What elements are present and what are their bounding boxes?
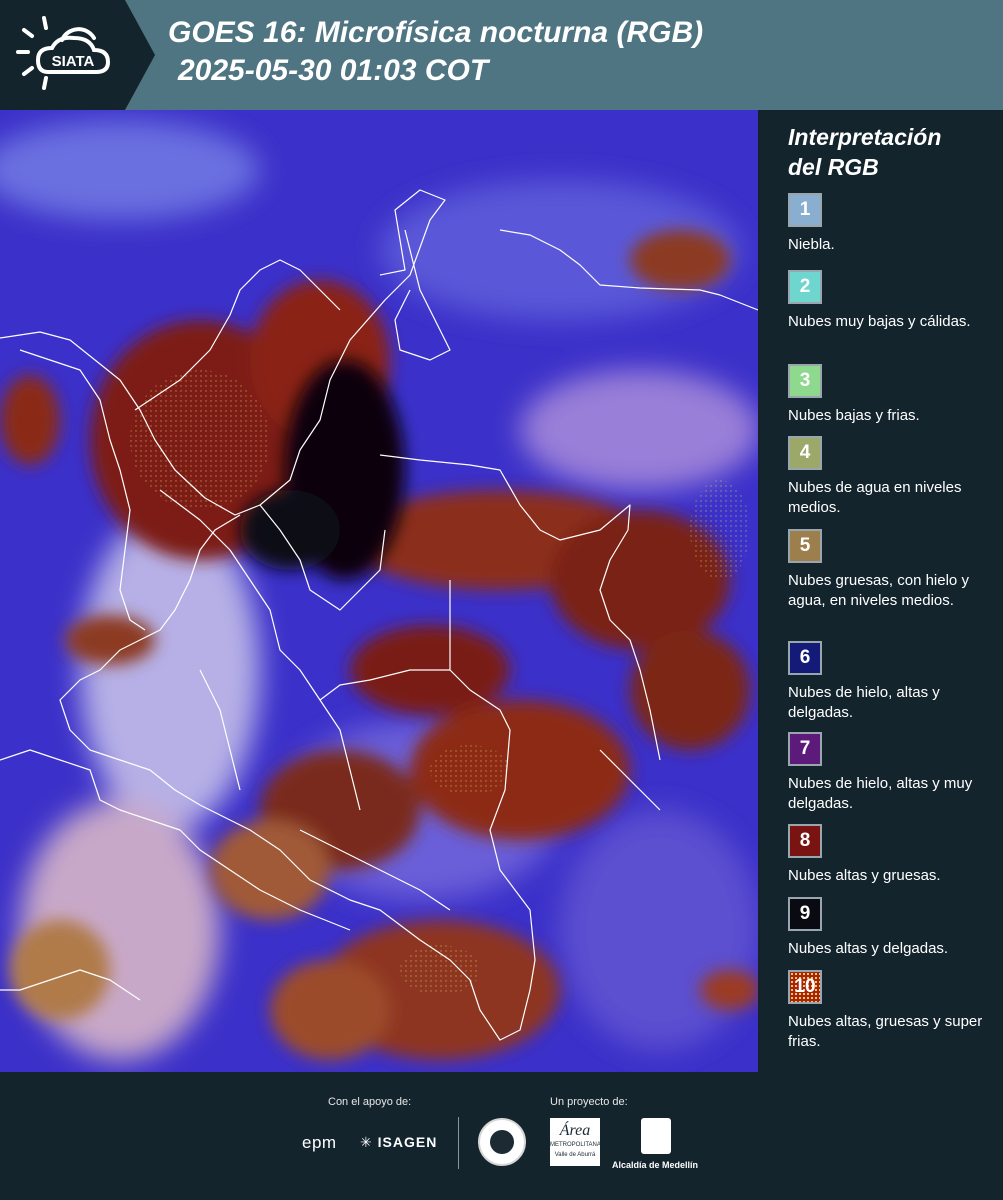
project-label: Un proyecto de: <box>550 1096 628 1108</box>
legend-panel: Interpretación del RGB 1 Niebla. 2 Nubes… <box>760 110 1003 1072</box>
header: SIATA GOES 16: Microfísica nocturna (RGB… <box>0 0 1003 110</box>
legend-item: 8 Nubes altas y gruesas. <box>788 824 988 886</box>
satellite-map <box>0 110 758 1072</box>
area-logo-sub2: Valle de Aburrá <box>554 1152 596 1158</box>
legend-swatch: 10 <box>788 970 822 1004</box>
legend-item: 1 Niebla. <box>788 193 988 255</box>
isagen-text: ISAGEN <box>377 1134 438 1150</box>
title-line-1: GOES 16: Microfísica nocturna (RGB) <box>168 16 704 49</box>
legend-swatch: 8 <box>788 824 822 858</box>
area-logo-title: Área <box>559 1122 591 1139</box>
siata-logo: SIATA <box>16 16 111 90</box>
footer-divider <box>458 1117 459 1169</box>
legend-swatch: 2 <box>788 270 822 304</box>
medellin-shield-icon <box>641 1118 671 1154</box>
legend-item: 5 Nubes gruesas, con hielo y agua, en ni… <box>788 529 988 611</box>
legend-swatch: 7 <box>788 732 822 766</box>
legend-swatch: 5 <box>788 529 822 563</box>
area-logo-sub: METROPOLITANA <box>550 1142 601 1148</box>
legend-item: 2 Nubes muy bajas y cálidas. <box>788 270 988 332</box>
sun-ray <box>22 66 34 76</box>
legend-label: Nubes gruesas, con hielo y agua, en nive… <box>788 572 969 609</box>
legend-item: 3 Nubes bajas y frias. <box>788 364 988 426</box>
sun-ray <box>42 76 48 90</box>
legend-item: 9 Nubes altas y delgadas. <box>788 897 988 959</box>
legend-label: Nubes muy bajas y cálidas. <box>788 313 971 330</box>
legend-label: Nubes altas y delgadas. <box>788 940 949 957</box>
legend-label: Nubes altas, gruesas y super frias. <box>788 1013 983 1050</box>
legend-swatch: 9 <box>788 897 822 931</box>
legend-title-line-1: Interpretación <box>788 124 942 150</box>
legend-item: 10 Nubes altas, gruesas y super frias. <box>788 970 988 1052</box>
logo-text: SIATA <box>52 53 95 70</box>
legend-title: Interpretación del RGB <box>788 122 941 182</box>
legend-item: 4 Nubes de agua en niveles medios. <box>788 436 988 518</box>
legend-swatch: 3 <box>788 364 822 398</box>
legend-item: 6 Nubes de hielo, altas y delgadas. <box>788 641 988 723</box>
sun-ray <box>22 28 34 38</box>
legend-title-line-2: del RGB <box>788 154 879 180</box>
legend-item: 7 Nubes de hielo, altas y muy delgadas. <box>788 732 988 814</box>
legend-label: Nubes de agua en niveles medios. <box>788 479 962 516</box>
legend-swatch: 1 <box>788 193 822 227</box>
area-metropolitana-logo: Área METROPOLITANA Valle de Aburrá <box>550 1118 601 1166</box>
university-seal-icon <box>478 1118 526 1166</box>
epm-logo: epm <box>302 1133 337 1152</box>
legend-label: Nubes de hielo, altas y muy delgadas. <box>788 775 973 812</box>
legend-label: Nubes altas y gruesas. <box>788 867 941 884</box>
title-line-2: 2025-05-30 01:03 COT <box>178 54 489 87</box>
map-image <box>0 110 758 1072</box>
support-label: Con el apoyo de: <box>328 1096 412 1108</box>
footer: Con el apoyo de: Un proyecto de: epm ✳ I… <box>0 1072 1003 1200</box>
isagen-star-icon: ✳ <box>360 1134 373 1150</box>
legend-swatch: 4 <box>788 436 822 470</box>
legend-label: Nubes de hielo, altas y delgadas. <box>788 684 940 721</box>
page-title: GOES 16: Microfísica nocturna (RGB) 2025… <box>168 14 703 90</box>
alcaldia-label: Alcaldía de Medellín <box>612 1160 699 1170</box>
sun-ray <box>42 16 48 30</box>
legend-label: Nubes bajas y frias. <box>788 407 920 424</box>
legend-label: Niebla. <box>788 236 835 253</box>
legend-swatch: 6 <box>788 641 822 675</box>
isagen-logo: ✳ ISAGEN <box>360 1134 437 1151</box>
